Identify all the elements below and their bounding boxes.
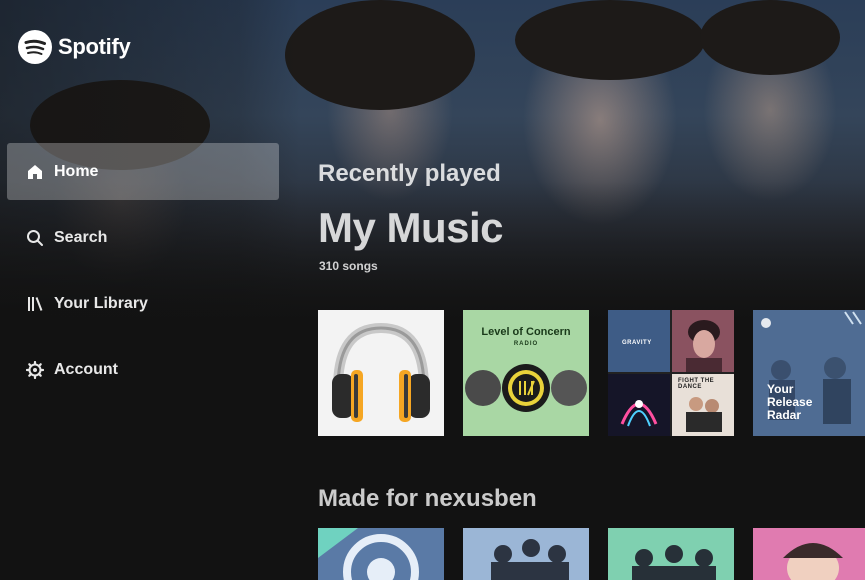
album-art (465, 364, 587, 412)
tile-daily-mix-2[interactable] (463, 528, 589, 580)
made-for-heading: Made for nexusben (318, 485, 537, 512)
spotify-badge-icon (761, 318, 771, 328)
spotify-logo[interactable]: Spotify (18, 30, 131, 64)
featured-title[interactable]: My Music (318, 204, 504, 252)
search-icon (26, 229, 44, 247)
headphones-icon (332, 322, 430, 422)
collage-text-1: GRAVITY (622, 340, 652, 346)
nav-item-account[interactable]: Account (7, 341, 279, 398)
app-name: Spotify (58, 34, 131, 59)
featured-subtitle: 310 songs (319, 259, 378, 273)
mix-art (491, 539, 569, 580)
nav-label-search: Search (54, 228, 108, 246)
tile-subtitle: RADIO (513, 341, 539, 347)
tile-daily-mix-4[interactable] (753, 528, 865, 580)
mix-art (318, 528, 419, 580)
nav-item-home[interactable]: Home (7, 143, 279, 200)
spotify-logo-icon (18, 30, 52, 64)
tile-album-collage[interactable]: GRAVITY FIGHT THE DANCE (608, 310, 734, 436)
tile-daily-mix-3[interactable] (608, 528, 734, 580)
library-icon (26, 295, 44, 313)
mix-art (783, 543, 843, 580)
nav-label-home: Home (54, 162, 99, 180)
tile-my-music[interactable] (318, 310, 444, 436)
tile-daily-mix-1[interactable] (318, 528, 444, 580)
portrait-art (686, 320, 722, 372)
collage-text-2: FIGHT THE DANCE (678, 378, 715, 390)
gear-icon (26, 360, 44, 379)
home-icon (26, 163, 44, 181)
nav-label-library: Your Library (54, 294, 148, 312)
sidebar-nav: Home Search Your Library Account (7, 143, 279, 407)
tile-release-radar[interactable]: Your Release Radar (753, 310, 865, 436)
tile-title: Level of Concern (481, 326, 571, 338)
neon-art (620, 400, 658, 427)
tile-title: Your Release Radar (767, 382, 813, 422)
tile-level-of-concern[interactable]: Level of Concern RADIO (463, 310, 589, 436)
recently-played-heading: Recently played (318, 160, 501, 187)
nav-label-account: Account (54, 360, 118, 378)
nav-item-search[interactable]: Search (7, 209, 279, 266)
mix-art (632, 545, 716, 580)
nav-item-library[interactable]: Your Library (7, 275, 279, 332)
